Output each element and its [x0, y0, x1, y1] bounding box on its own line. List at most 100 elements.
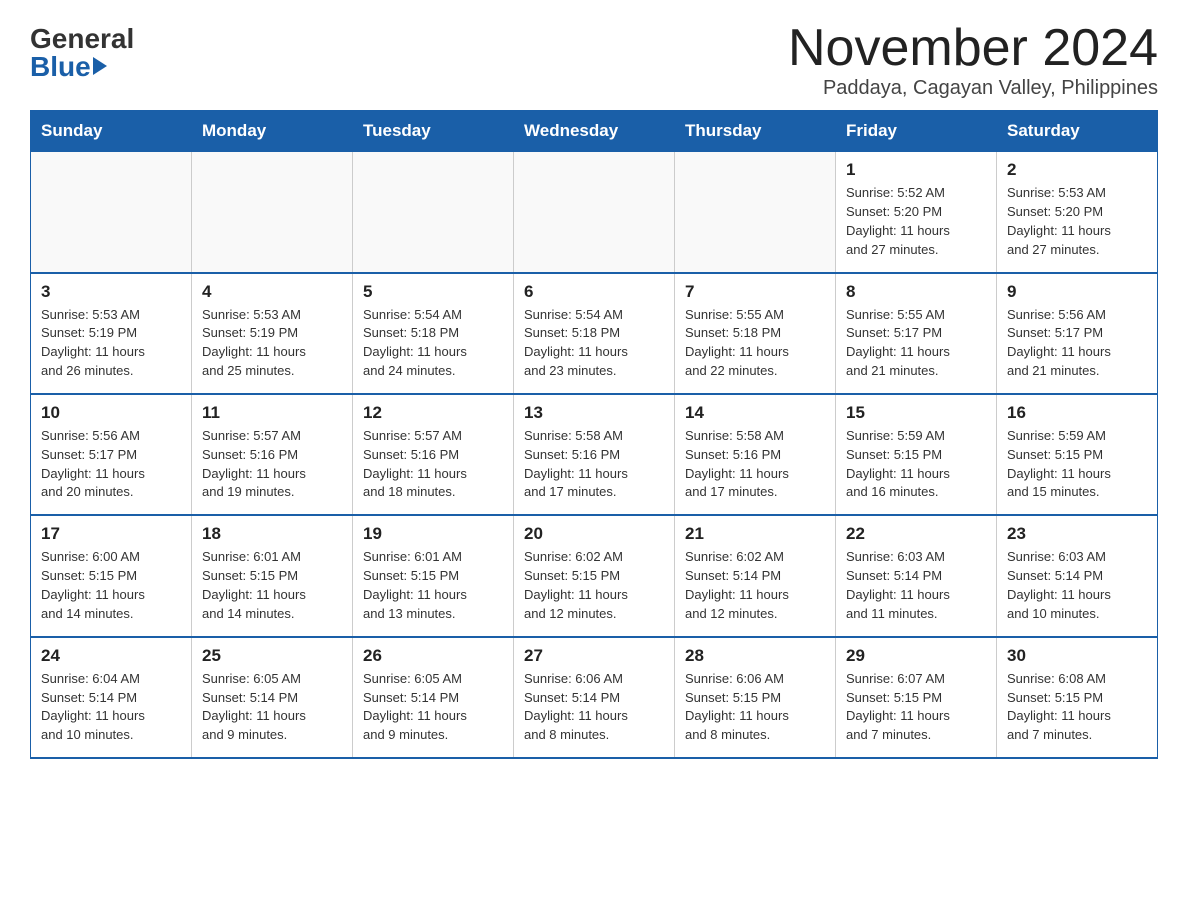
- day-info: Sunrise: 6:05 AM Sunset: 5:14 PM Dayligh…: [363, 670, 503, 745]
- day-number: 17: [41, 524, 181, 544]
- calendar-cell: 21 Sunrise: 6:02 AM Sunset: 5:14 PM Dayli…: [675, 515, 836, 636]
- day-number: 23: [1007, 524, 1147, 544]
- calendar-cell: 7 Sunrise: 5:55 AM Sunset: 5:18 PM Daylig…: [675, 273, 836, 394]
- day-number: 16: [1007, 403, 1147, 423]
- day-info: Sunrise: 5:57 AM Sunset: 5:16 PM Dayligh…: [363, 427, 503, 502]
- day-info: Sunrise: 6:01 AM Sunset: 5:15 PM Dayligh…: [202, 548, 342, 623]
- day-number: 5: [363, 282, 503, 302]
- day-number: 28: [685, 646, 825, 666]
- day-info: Sunrise: 6:01 AM Sunset: 5:15 PM Dayligh…: [363, 548, 503, 623]
- day-info: Sunrise: 6:02 AM Sunset: 5:14 PM Dayligh…: [685, 548, 825, 623]
- calendar-cell: 20 Sunrise: 6:02 AM Sunset: 5:15 PM Dayli…: [514, 515, 675, 636]
- calendar-cell: 14 Sunrise: 5:58 AM Sunset: 5:16 PM Dayli…: [675, 394, 836, 515]
- calendar-cell: 1Sunrise: 5:52 AM Sunset: 5:20 PM Daylig…: [836, 152, 997, 273]
- calendar-cell: 29 Sunrise: 6:07 AM Sunset: 5:15 PM Dayli…: [836, 637, 997, 758]
- weekday-header-tuesday: Tuesday: [353, 111, 514, 152]
- day-number: 29: [846, 646, 986, 666]
- day-info: Sunrise: 5:55 AM Sunset: 5:18 PM Dayligh…: [685, 306, 825, 381]
- calendar-cell: 16 Sunrise: 5:59 AM Sunset: 5:15 PM Dayli…: [997, 394, 1158, 515]
- day-number: 14: [685, 403, 825, 423]
- day-number: 6: [524, 282, 664, 302]
- weekday-header-monday: Monday: [192, 111, 353, 152]
- day-number: 12: [363, 403, 503, 423]
- calendar-body: 1Sunrise: 5:52 AM Sunset: 5:20 PM Daylig…: [31, 152, 1158, 758]
- day-info: Sunrise: 6:03 AM Sunset: 5:14 PM Dayligh…: [1007, 548, 1147, 623]
- calendar-table: SundayMondayTuesdayWednesdayThursdayFrid…: [30, 110, 1158, 759]
- day-info: Sunrise: 5:58 AM Sunset: 5:16 PM Dayligh…: [524, 427, 664, 502]
- calendar-cell: 30 Sunrise: 6:08 AM Sunset: 5:15 PM Dayli…: [997, 637, 1158, 758]
- calendar-week-row: 24 Sunrise: 6:04 AM Sunset: 5:14 PM Dayli…: [31, 637, 1158, 758]
- calendar-cell: 25 Sunrise: 6:05 AM Sunset: 5:14 PM Dayli…: [192, 637, 353, 758]
- day-info: Sunrise: 6:03 AM Sunset: 5:14 PM Dayligh…: [846, 548, 986, 623]
- calendar-cell: 5 Sunrise: 5:54 AM Sunset: 5:18 PM Daylig…: [353, 273, 514, 394]
- calendar-cell: 12 Sunrise: 5:57 AM Sunset: 5:16 PM Dayli…: [353, 394, 514, 515]
- calendar-cell: 24 Sunrise: 6:04 AM Sunset: 5:14 PM Dayli…: [31, 637, 192, 758]
- day-number: 22: [846, 524, 986, 544]
- calendar-cell: 27 Sunrise: 6:06 AM Sunset: 5:14 PM Dayli…: [514, 637, 675, 758]
- calendar-cell: 23 Sunrise: 6:03 AM Sunset: 5:14 PM Dayli…: [997, 515, 1158, 636]
- calendar-cell: 10 Sunrise: 5:56 AM Sunset: 5:17 PM Dayli…: [31, 394, 192, 515]
- day-info: Sunrise: 5:53 AM Sunset: 5:20 PM Dayligh…: [1007, 184, 1147, 259]
- day-info: Sunrise: 6:02 AM Sunset: 5:15 PM Dayligh…: [524, 548, 664, 623]
- calendar-cell: [31, 152, 192, 273]
- calendar-cell: 13 Sunrise: 5:58 AM Sunset: 5:16 PM Dayli…: [514, 394, 675, 515]
- calendar-cell: 11Sunrise: 5:57 AM Sunset: 5:16 PM Dayli…: [192, 394, 353, 515]
- day-info: Sunrise: 6:07 AM Sunset: 5:15 PM Dayligh…: [846, 670, 986, 745]
- calendar-week-row: 1Sunrise: 5:52 AM Sunset: 5:20 PM Daylig…: [31, 152, 1158, 273]
- day-info: Sunrise: 5:58 AM Sunset: 5:16 PM Dayligh…: [685, 427, 825, 502]
- logo-triangle-icon: [93, 57, 107, 75]
- day-info: Sunrise: 6:00 AM Sunset: 5:15 PM Dayligh…: [41, 548, 181, 623]
- day-number: 25: [202, 646, 342, 666]
- day-info: Sunrise: 5:56 AM Sunset: 5:17 PM Dayligh…: [41, 427, 181, 502]
- day-number: 30: [1007, 646, 1147, 666]
- calendar-week-row: 10 Sunrise: 5:56 AM Sunset: 5:17 PM Dayli…: [31, 394, 1158, 515]
- day-number: 26: [363, 646, 503, 666]
- calendar-cell: 28Sunrise: 6:06 AM Sunset: 5:15 PM Dayli…: [675, 637, 836, 758]
- day-number: 21: [685, 524, 825, 544]
- location-subtitle: Paddaya, Cagayan Valley, Philippines: [788, 77, 1158, 100]
- weekday-header-friday: Friday: [836, 111, 997, 152]
- day-number: 20: [524, 524, 664, 544]
- day-info: Sunrise: 6:08 AM Sunset: 5:15 PM Dayligh…: [1007, 670, 1147, 745]
- logo-general-text: General: [30, 25, 134, 53]
- calendar-cell: 2Sunrise: 5:53 AM Sunset: 5:20 PM Daylig…: [997, 152, 1158, 273]
- day-number: 10: [41, 403, 181, 423]
- weekday-header-saturday: Saturday: [997, 111, 1158, 152]
- calendar-cell: 3Sunrise: 5:53 AM Sunset: 5:19 PM Daylig…: [31, 273, 192, 394]
- title-area: November 2024 Paddaya, Cagayan Valley, P…: [788, 20, 1158, 100]
- calendar-cell: [675, 152, 836, 273]
- day-info: Sunrise: 6:04 AM Sunset: 5:14 PM Dayligh…: [41, 670, 181, 745]
- logo-blue-text: Blue: [30, 53, 91, 81]
- day-info: Sunrise: 5:54 AM Sunset: 5:18 PM Dayligh…: [363, 306, 503, 381]
- weekday-header-sunday: Sunday: [31, 111, 192, 152]
- day-info: Sunrise: 5:54 AM Sunset: 5:18 PM Dayligh…: [524, 306, 664, 381]
- calendar-cell: 26 Sunrise: 6:05 AM Sunset: 5:14 PM Dayli…: [353, 637, 514, 758]
- calendar-week-row: 3Sunrise: 5:53 AM Sunset: 5:19 PM Daylig…: [31, 273, 1158, 394]
- day-info: Sunrise: 5:56 AM Sunset: 5:17 PM Dayligh…: [1007, 306, 1147, 381]
- day-number: 13: [524, 403, 664, 423]
- day-number: 27: [524, 646, 664, 666]
- day-info: Sunrise: 5:53 AM Sunset: 5:19 PM Dayligh…: [41, 306, 181, 381]
- day-number: 7: [685, 282, 825, 302]
- day-number: 8: [846, 282, 986, 302]
- calendar-cell: 22 Sunrise: 6:03 AM Sunset: 5:14 PM Dayli…: [836, 515, 997, 636]
- day-number: 18: [202, 524, 342, 544]
- calendar-cell: 18 Sunrise: 6:01 AM Sunset: 5:15 PM Dayli…: [192, 515, 353, 636]
- weekday-header-row: SundayMondayTuesdayWednesdayThursdayFrid…: [31, 111, 1158, 152]
- day-info: Sunrise: 6:06 AM Sunset: 5:14 PM Dayligh…: [524, 670, 664, 745]
- day-number: 11: [202, 403, 342, 423]
- calendar-cell: 17 Sunrise: 6:00 AM Sunset: 5:15 PM Dayli…: [31, 515, 192, 636]
- calendar-cell: 8 Sunrise: 5:55 AM Sunset: 5:17 PM Daylig…: [836, 273, 997, 394]
- calendar-cell: 9Sunrise: 5:56 AM Sunset: 5:17 PM Daylig…: [997, 273, 1158, 394]
- header: General Blue November 2024 Paddaya, Caga…: [30, 20, 1158, 100]
- day-number: 4: [202, 282, 342, 302]
- day-info: Sunrise: 6:05 AM Sunset: 5:14 PM Dayligh…: [202, 670, 342, 745]
- calendar-cell: 19 Sunrise: 6:01 AM Sunset: 5:15 PM Dayli…: [353, 515, 514, 636]
- calendar-cell: 6 Sunrise: 5:54 AM Sunset: 5:18 PM Daylig…: [514, 273, 675, 394]
- day-info: Sunrise: 5:59 AM Sunset: 5:15 PM Dayligh…: [1007, 427, 1147, 502]
- day-number: 24: [41, 646, 181, 666]
- calendar-week-row: 17 Sunrise: 6:00 AM Sunset: 5:15 PM Dayli…: [31, 515, 1158, 636]
- day-info: Sunrise: 5:55 AM Sunset: 5:17 PM Dayligh…: [846, 306, 986, 381]
- day-info: Sunrise: 5:53 AM Sunset: 5:19 PM Dayligh…: [202, 306, 342, 381]
- day-number: 19: [363, 524, 503, 544]
